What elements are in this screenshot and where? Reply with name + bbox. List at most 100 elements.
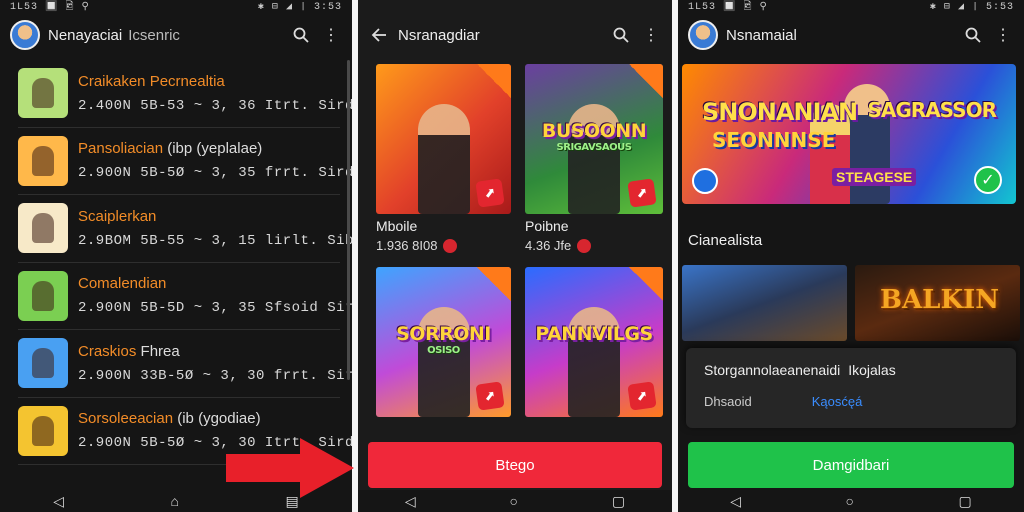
app-thumbnail <box>18 270 68 321</box>
game-card[interactable]: SORRONI OSISO ⬈ <box>376 267 511 417</box>
list-item-title-text: Pansoliacian <box>78 140 164 158</box>
sheet-link[interactable]: Kąosćęá <box>812 394 863 409</box>
banner-tag: STEAGESE <box>832 168 917 186</box>
game-logo: SORRONI OSISO <box>384 323 503 356</box>
list-item-text: Craikaken Pecrnealtia 2.400N 5B-53 ~ 3, … <box>78 73 352 114</box>
list-item-title-text: Scaiplerkan <box>78 207 157 225</box>
card-title: Mboile <box>376 218 418 234</box>
status-bar: 1L53 🔲 🖻 ⚲ ✱ ⊟ ◢ ❘ 3:53 <box>0 0 352 14</box>
back-nav-icon[interactable]: ◁ <box>53 493 64 510</box>
app-thumbnail <box>18 203 68 254</box>
red-arrow-icon <box>226 438 354 498</box>
sheet-tag: Ikojalas <box>848 362 896 378</box>
app-title-text: Nenayaciai <box>48 26 123 44</box>
card-meta-text: 1.936 8I08 <box>376 238 438 253</box>
list-item-title-text: Comalendian <box>78 275 167 293</box>
list-item[interactable]: Craikaken Pecrnealtia 2.400N 5B-53 ~ 3, … <box>18 60 352 128</box>
search-icon[interactable] <box>610 24 632 46</box>
rating-dot-icon <box>577 238 592 253</box>
home-nav-icon[interactable]: ○ <box>510 493 518 509</box>
back-nav-icon[interactable]: ◁ <box>730 493 741 510</box>
home-nav-icon[interactable]: ○ <box>846 493 854 509</box>
sheet-left-value: Dhsaoid <box>704 394 752 409</box>
app-bar: Nsnamaial ⋮ <box>678 14 1024 56</box>
game-card[interactable]: ⬈ Mboile 1.936 8I08 <box>376 64 511 253</box>
list-item-text: Scaiplerkan 2.9BOM 5B-55 ~ 3, 15 lirlt. … <box>78 207 352 249</box>
home-nav-icon[interactable]: ⌂ <box>171 493 179 509</box>
list-item-meta: 2.900N 5B-5D ~ 3, 35 Sfsoid Sirdaan. Bl.… <box>78 300 352 317</box>
list-item-title: Craskios Fhrea <box>78 343 340 360</box>
app-subtitle: Icsenric <box>128 26 180 44</box>
more-vert-icon[interactable]: ⋮ <box>640 24 662 46</box>
game-art: BUSOONN SRIGAVSAOUS ⬈ <box>525 64 663 214</box>
rating-dot-icon <box>443 238 458 253</box>
game-tile[interactable] <box>682 265 847 341</box>
bookmark-icon[interactable]: ⬈ <box>475 381 505 411</box>
check-icon: ✓ <box>974 166 1002 194</box>
featured-banner[interactable]: SNONANIAN SAGRASSOR SEONNNSE STEAGESE ✓ <box>682 64 1016 204</box>
list-item-title-text: Craskios <box>78 342 137 360</box>
app-thumbnail <box>18 135 68 186</box>
controller-icon <box>692 168 718 194</box>
status-left: 1L53 🔲 🖻 ⚲ <box>10 1 90 13</box>
corner-ribbon <box>629 64 663 98</box>
game-logo: BUSOONN SRIGAVSAOUS <box>533 120 655 153</box>
sheet-title: Storgannolaeanenaidi <box>704 362 841 378</box>
back-nav-icon[interactable]: ◁ <box>405 493 416 510</box>
game-card[interactable]: BUSOONN SRIGAVSAOUS ⬈ Poibne 4.36 Jfe <box>525 64 663 253</box>
list-item-title: Craikaken Pecrnealtia <box>78 73 340 90</box>
recents-nav-icon[interactable]: ▢ <box>959 493 972 510</box>
game-logo-text: PANNVILGS <box>535 323 653 345</box>
corner-ribbon <box>477 64 511 98</box>
back-arrow-icon[interactable] <box>368 24 390 46</box>
avatar[interactable] <box>688 20 718 50</box>
banner-title-left: SNONANIAN <box>702 98 858 126</box>
character-figure <box>417 104 470 214</box>
info-sheet: Storgannolaeanenaidi Ikojalas Dhsaoid Kąo… <box>686 348 1016 428</box>
list-item[interactable]: Pansoliacian (ibp (yeplalae) 2.900N 5B-5Ø… <box>18 128 352 195</box>
bookmark-icon[interactable]: ⬈ <box>475 178 505 208</box>
tile-row: BALKIN <box>682 265 1020 341</box>
app-thumbnail <box>18 338 68 389</box>
banner-subtitle: SEONNNSE <box>712 128 836 152</box>
primary-button[interactable]: Btego <box>368 442 662 488</box>
card-meta: 1.936 8I08 <box>376 238 511 253</box>
list-item[interactable]: Comalendian 2.900N 5B-5D ~ 3, 35 Sfsoid … <box>18 263 352 330</box>
list-item[interactable]: Scaiplerkan 2.9BOM 5B-55 ~ 3, 15 lirlt. … <box>18 195 352 263</box>
list-item-meta: 2.9BOM 5B-55 ~ 3, 15 lirlt. Sibarilan. S… <box>78 232 352 249</box>
bookmark-icon[interactable]: ⬈ <box>627 178 657 208</box>
status-left: 1L53 🔲 🖻 ⚲ <box>688 1 768 13</box>
list-item-meta: 2.400N 5B-53 ~ 3, 36 Itrt. Sirdaan. Sl.. <box>78 97 352 114</box>
status-right: ✱ ⊟ ◢ ❘ 5:53 <box>929 2 1014 13</box>
download-button[interactable]: Damgidbari <box>688 442 1014 488</box>
list-item-title: Pansoliacian (ibp (yeplalae) <box>78 140 340 157</box>
screenshot-collage: 1L53 🔲 🖻 ⚲ ✱ ⊟ ◢ ❘ 3:53 Nenayaciai Icsenr… <box>0 0 1024 512</box>
corner-ribbon <box>629 267 663 301</box>
bookmark-icon[interactable]: ⬈ <box>627 381 657 411</box>
status-right: ✱ ⊟ ◢ ❘ 3:53 <box>257 2 342 13</box>
game-grid: ⬈ Mboile 1.936 8I08 BUSOONN SRIGAVSAOUS ⬈ Poib… <box>358 56 672 417</box>
list-item-text: Comalendian 2.900N 5B-5D ~ 3, 35 Sfsoid … <box>78 275 352 317</box>
list-item[interactable]: Craskios Fhrea 2.900N 33B-5Ø ~ 3, 30 frrt… <box>18 330 352 398</box>
avatar[interactable] <box>10 20 40 50</box>
corner-ribbon <box>477 267 511 301</box>
game-logo-subtext: OSISO <box>427 345 460 356</box>
more-vert-icon[interactable]: ⋮ <box>992 24 1014 46</box>
status-bar <box>358 0 672 14</box>
list-item-title: Comalendian <box>78 275 340 292</box>
list-item-title-text: Sorsoleeacian <box>78 410 174 428</box>
list-item-meta: 2.900N 5B-5Ø ~ 3, 35 frrt. Sirdaan Bl.. <box>78 165 352 182</box>
more-vert-icon[interactable]: ⋮ <box>320 24 342 46</box>
scrollbar[interactable] <box>347 60 350 380</box>
game-tile[interactable]: BALKIN <box>855 265 1020 341</box>
search-icon[interactable] <box>962 24 984 46</box>
status-bar: 1L53 🔲 🖻 ⚲ ✱ ⊟ ◢ ❘ 5:53 <box>678 0 1024 14</box>
game-card[interactable]: PANNVILGS ⬈ <box>525 267 663 417</box>
list-item-meta: 2.900N 33B-5Ø ~ 3, 30 frrt. Sirdaan. Sl.… <box>78 367 352 384</box>
list-item-text: Craskios Fhrea 2.900N 33B-5Ø ~ 3, 30 frrt… <box>78 343 352 384</box>
banner-title-right: SAGRASSOR <box>867 98 997 122</box>
search-icon[interactable] <box>290 24 312 46</box>
recents-nav-icon[interactable]: ▢ <box>612 493 625 510</box>
app-title: Nenayaciai Icsenric <box>48 27 282 44</box>
list-item-tag: (ibp (yeplalae) <box>167 140 263 158</box>
